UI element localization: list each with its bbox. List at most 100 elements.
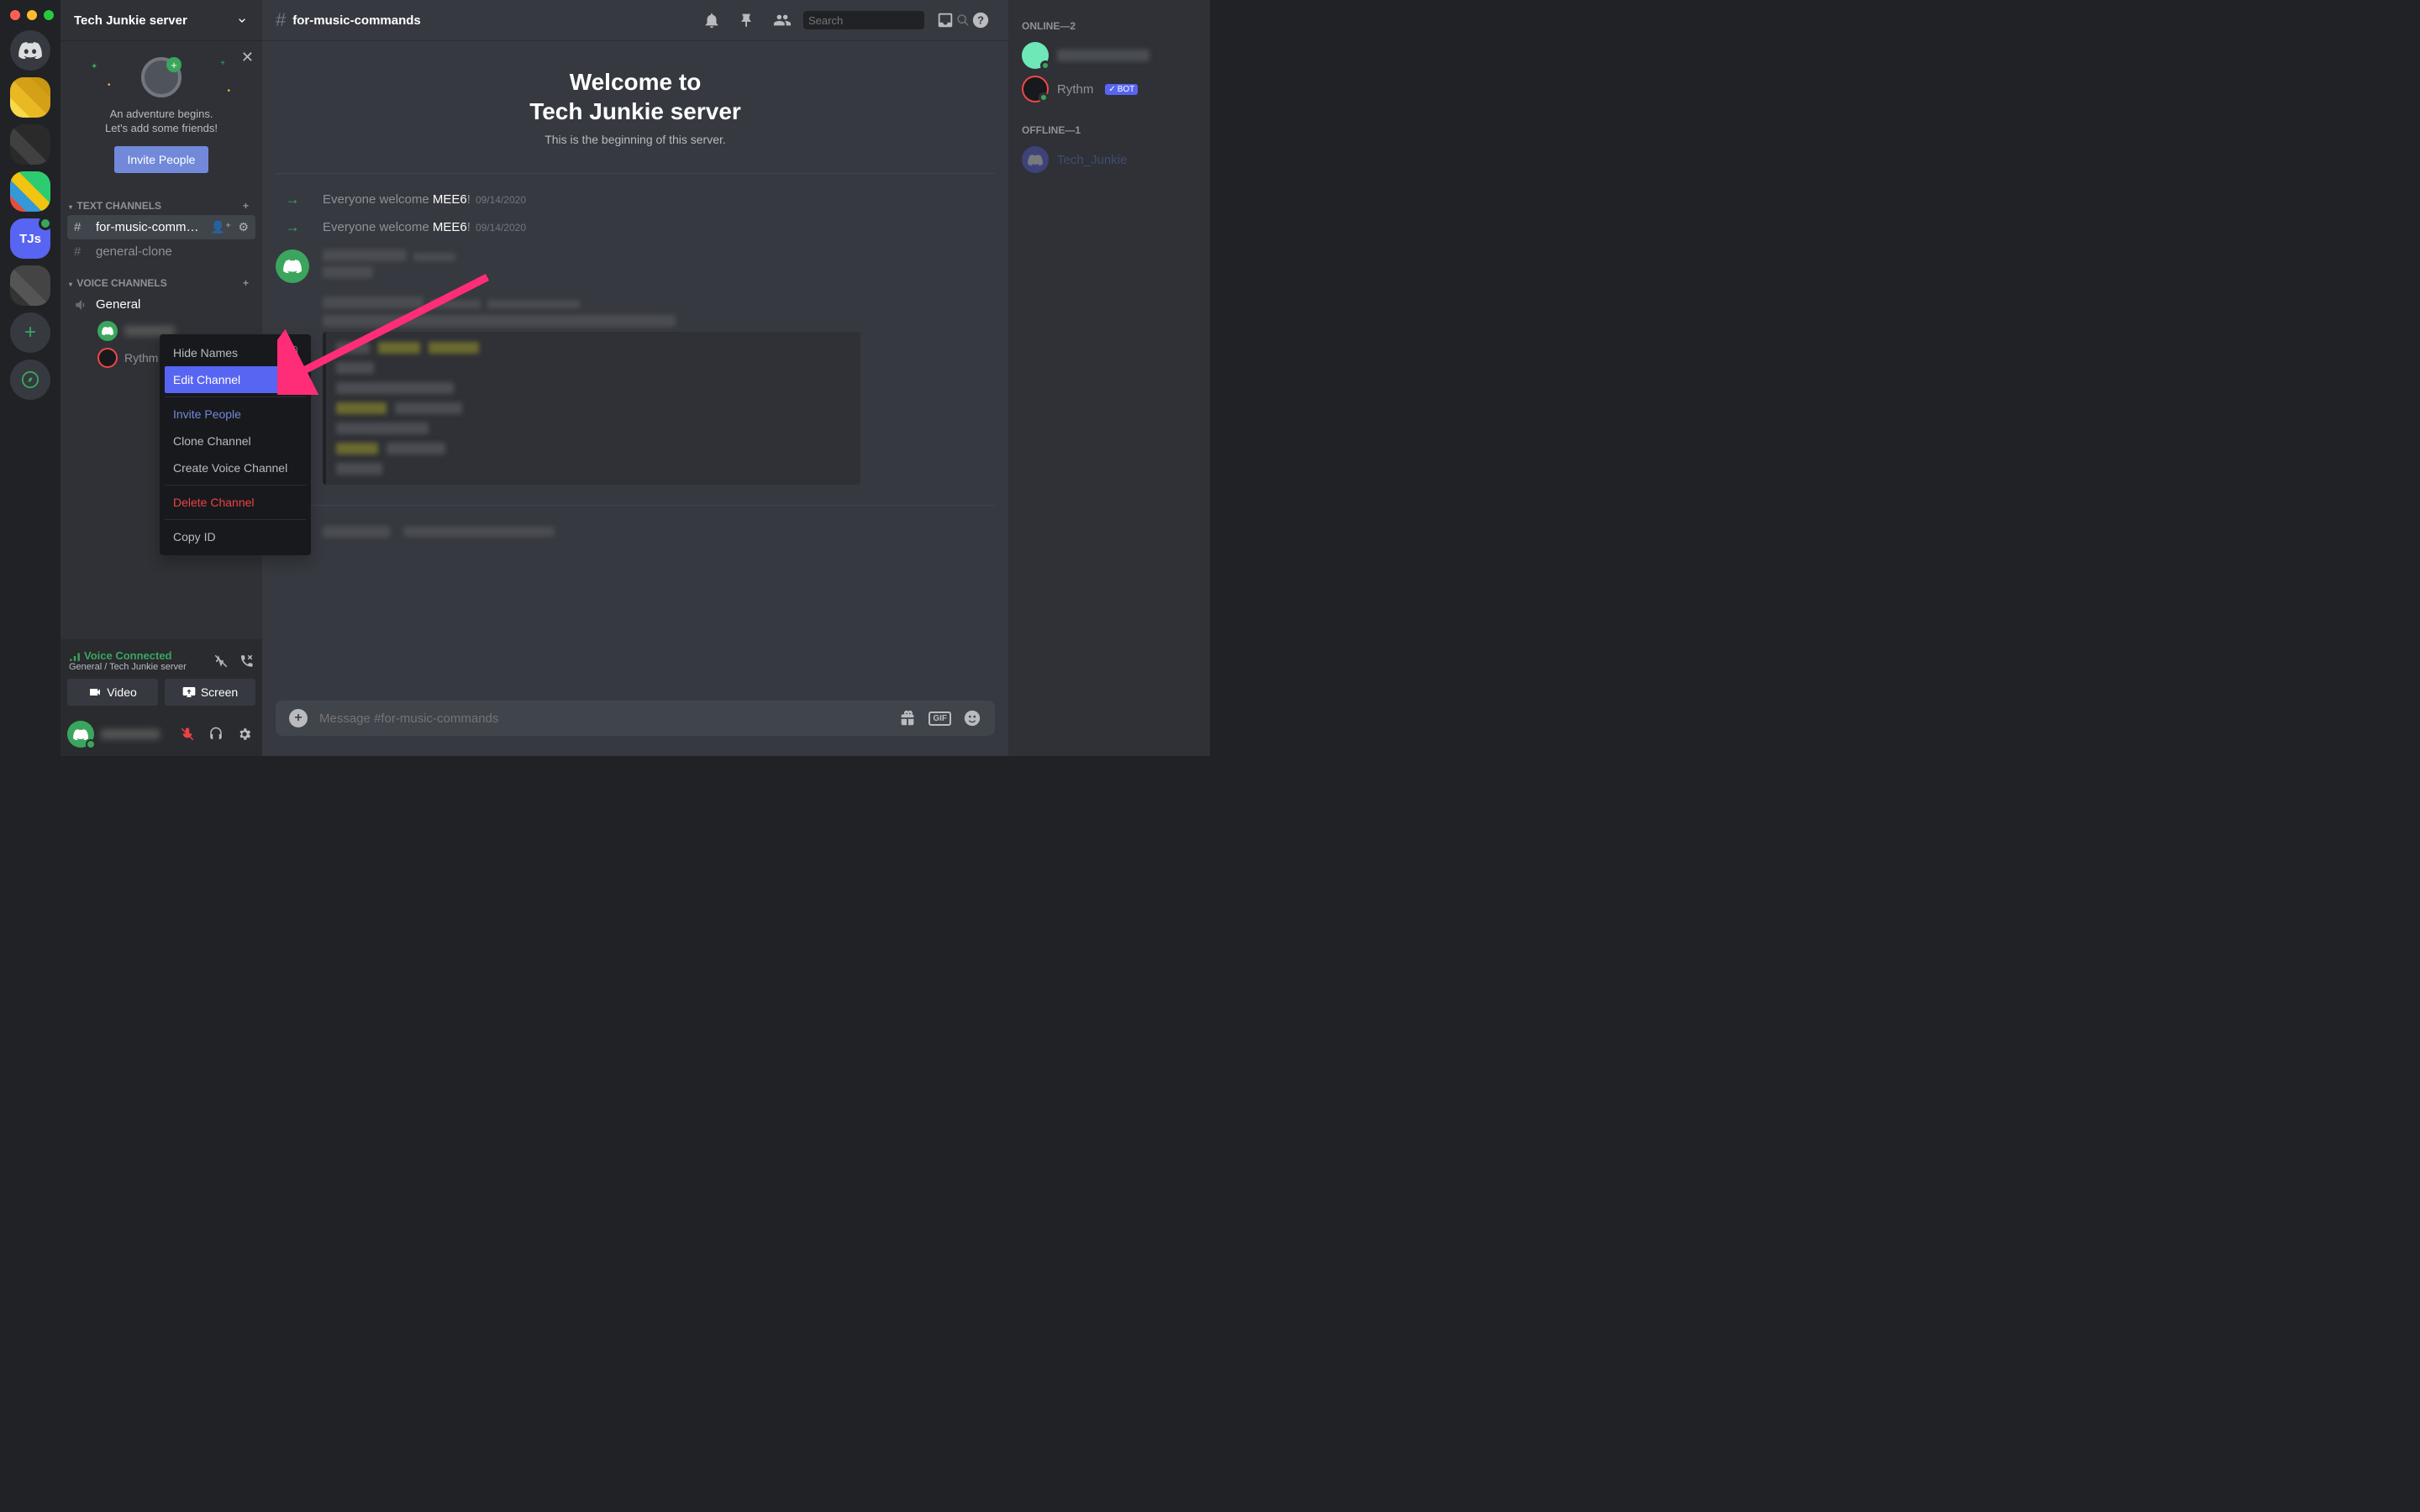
invite-text-1: An adventure begins.: [74, 108, 249, 122]
chat-messages[interactable]: Welcome toTech Junkie server This is the…: [262, 40, 1008, 701]
deafen-icon[interactable]: [205, 723, 227, 745]
composer: + GIF: [262, 701, 1008, 756]
message: [276, 243, 995, 290]
window-controls: [10, 10, 54, 20]
members-icon[interactable]: [768, 11, 797, 29]
zoom-window-icon[interactable]: [44, 10, 54, 20]
channel-general-clone[interactable]: # general-clone: [67, 239, 255, 264]
chevron-down-icon: [235, 13, 249, 27]
ctx-hide-names[interactable]: Hide Names: [165, 339, 306, 366]
online-header: ONLINE—2: [1015, 13, 1203, 39]
hash-icon: #: [276, 9, 286, 31]
join-arrow-icon: →: [276, 218, 309, 236]
disconnect-icon[interactable]: [239, 654, 254, 669]
voice-status: Voice Connected: [69, 649, 187, 662]
inbox-icon[interactable]: [931, 11, 960, 29]
member-row[interactable]: [1015, 39, 1203, 72]
pinned-icon[interactable]: [733, 11, 761, 29]
avatar[interactable]: [276, 249, 309, 283]
compass-icon: [21, 370, 39, 389]
gif-icon[interactable]: GIF: [929, 711, 951, 726]
gift-icon[interactable]: [898, 709, 917, 727]
invite-art: ✦ • + + •: [74, 54, 249, 101]
server-icon[interactable]: [10, 124, 50, 165]
system-message: → Everyone welcome MEE6!09/14/2020: [276, 215, 995, 239]
ctx-copy-id[interactable]: Copy ID: [165, 523, 306, 550]
invite-text-2: Let's add some friends!: [74, 122, 249, 136]
minimize-window-icon[interactable]: [27, 10, 37, 20]
add-channel-icon[interactable]: +: [243, 277, 249, 289]
screen-icon: [182, 685, 196, 699]
ctx-invite-people[interactable]: Invite People: [165, 401, 306, 428]
hash-icon: #: [74, 244, 91, 259]
app-root: TJs + Tech Junkie server ✕ ✦ • + + • An …: [0, 0, 1210, 756]
channel-title: for-music-commands: [292, 13, 421, 28]
system-message: → Everyone welcome MEE6!09/14/2020: [276, 187, 995, 212]
member-row-rythm[interactable]: Rythm ✓ BOT: [1015, 72, 1203, 106]
embed: [323, 332, 860, 485]
voice-badge-icon: [39, 217, 52, 230]
signal-icon: [69, 650, 81, 662]
svg-text:?: ?: [977, 14, 984, 27]
member-row-offline[interactable]: Tech_Junkie: [1015, 143, 1203, 176]
close-window-icon[interactable]: [10, 10, 20, 20]
explore-button[interactable]: [10, 360, 50, 400]
user-avatar[interactable]: [67, 721, 94, 748]
video-button[interactable]: Video: [67, 679, 158, 706]
invite-icon[interactable]: 👤⁺: [211, 220, 232, 234]
server-icon[interactable]: [10, 171, 50, 212]
divider: [276, 173, 995, 174]
members-panel: ONLINE—2 Rythm ✓ BOT OFFLINE—1 Tech_Junk…: [1008, 0, 1210, 756]
hash-icon: #: [74, 220, 91, 234]
server-icon-selected[interactable]: TJs: [10, 218, 50, 259]
ctx-create-voice[interactable]: Create Voice Channel: [165, 454, 306, 481]
add-server-button[interactable]: +: [10, 312, 50, 353]
context-menu: Hide Names Edit Channel Invite People Cl…: [160, 334, 311, 555]
server-rail: TJs +: [0, 0, 60, 756]
divider: [276, 505, 995, 506]
main-area: # for-music-commands ? Welcome toTech Ju…: [262, 0, 1008, 756]
gear-icon[interactable]: ⚙: [238, 220, 249, 234]
server-header[interactable]: Tech Junkie server: [60, 0, 262, 40]
video-icon: [88, 685, 102, 699]
username-blurred: [101, 729, 160, 739]
category-voice[interactable]: ▾ VOICE CHANNELS +: [67, 264, 255, 292]
help-icon[interactable]: ?: [966, 11, 995, 29]
channel-for-music-commands[interactable]: # for-music-comman... 👤⁺ ⚙: [67, 215, 255, 239]
ctx-delete-channel[interactable]: Delete Channel: [165, 489, 306, 516]
message: [276, 290, 995, 491]
avatar: [97, 348, 118, 368]
discord-logo-icon: [18, 42, 42, 59]
attach-icon[interactable]: +: [289, 709, 308, 727]
emoji-icon[interactable]: [963, 709, 981, 727]
compose-box[interactable]: + GIF: [276, 701, 995, 736]
category-text[interactable]: ▾ TEXT CHANNELS +: [67, 186, 255, 215]
channel-topbar: # for-music-commands ?: [262, 0, 1008, 40]
user-panel: [60, 712, 262, 756]
settings-icon[interactable]: [234, 723, 255, 745]
server-icon[interactable]: [10, 77, 50, 118]
welcome-block: Welcome toTech Junkie server This is the…: [276, 67, 995, 146]
ctx-clone-channel[interactable]: Clone Channel: [165, 428, 306, 454]
mute-icon[interactable]: [176, 723, 198, 745]
invite-card: ✕ ✦ • + + • An adventure begins. Let's a…: [60, 40, 262, 186]
search-box[interactable]: [803, 11, 924, 29]
avatar: [97, 321, 118, 341]
offline-header: OFFLINE—1: [1015, 118, 1203, 143]
noise-suppress-icon[interactable]: [213, 654, 229, 669]
invite-people-button[interactable]: Invite People: [114, 146, 209, 173]
bot-badge: ✓ BOT: [1105, 84, 1138, 95]
message-input[interactable]: [319, 711, 886, 726]
system-message: →: [276, 519, 995, 543]
voice-channel-general[interactable]: General: [67, 292, 255, 318]
screen-button[interactable]: Screen: [165, 679, 255, 706]
speaker-icon: [74, 297, 91, 312]
ctx-edit-channel[interactable]: Edit Channel: [165, 366, 306, 393]
home-button[interactable]: [10, 30, 50, 71]
notifications-icon[interactable]: [697, 11, 726, 29]
voice-panel: Voice Connected General / Tech Junkie se…: [60, 639, 262, 712]
server-icon[interactable]: [10, 265, 50, 306]
server-name: Tech Junkie server: [74, 13, 187, 28]
add-channel-icon[interactable]: +: [243, 200, 249, 212]
voice-sub: General / Tech Junkie server: [69, 662, 187, 672]
